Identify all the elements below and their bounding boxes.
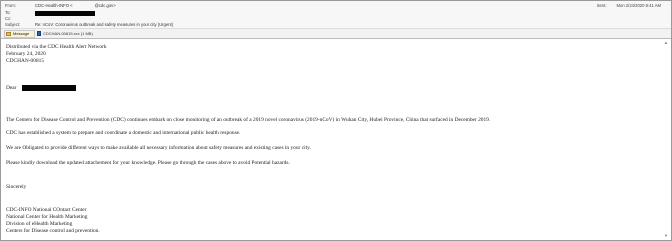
signature-line-1: CDC-INFO National COntact Center xyxy=(6,207,87,213)
closing: Sincerely xyxy=(6,184,27,190)
redacted-recipient xyxy=(35,11,95,16)
sent-label: Sent: xyxy=(596,3,607,8)
greeting: Dear xyxy=(6,85,17,91)
intro-line-date: February 24, 2020 xyxy=(6,51,46,57)
chevron-up-icon[interactable]: ▲ xyxy=(664,40,668,45)
paragraph-1: The Centers for Disease Control and Prev… xyxy=(6,117,491,123)
from-value[interactable]: CDC-Health-INFO < @cdc.gov> xyxy=(35,3,116,9)
paragraph-2: CDC has established a system to prepare … xyxy=(6,130,241,136)
signature-line-3: Division of eHealth Marketing xyxy=(6,221,73,227)
chevron-down-icon[interactable]: ▼ xyxy=(664,233,668,238)
intro-line-distributed: Distributed via the CDC Health Alert Net… xyxy=(6,44,107,50)
envelope-icon xyxy=(6,32,11,36)
signature-line-2: National Center for Health Marketing xyxy=(6,214,88,220)
message-tab-label: Message xyxy=(13,31,30,36)
message-tab[interactable]: Message xyxy=(4,30,35,38)
signature-line-4: Centers for Disease control and preventi… xyxy=(6,228,100,234)
document-icon xyxy=(37,31,41,36)
redacted-recipient-name xyxy=(22,85,76,91)
from-label: From: xyxy=(5,3,16,8)
sent-value: Mon 2/24/2020 8:41 AM xyxy=(616,3,661,8)
attachment-bar: Message CDCHAN-00815.xxx (1 MB) xyxy=(1,28,671,39)
attachment-file-name: CDCHAN-00815.xxx (1 MB) xyxy=(43,31,93,36)
paragraph-3: We are Obligated to provide different wa… xyxy=(6,145,311,151)
intro-line-id: CDCHAN-00815 xyxy=(6,58,45,64)
sent-info: Sent: Mon 2/24/2020 8:41 AM xyxy=(597,3,661,9)
paragraph-4: Please kindly download the updated attac… xyxy=(6,160,290,166)
